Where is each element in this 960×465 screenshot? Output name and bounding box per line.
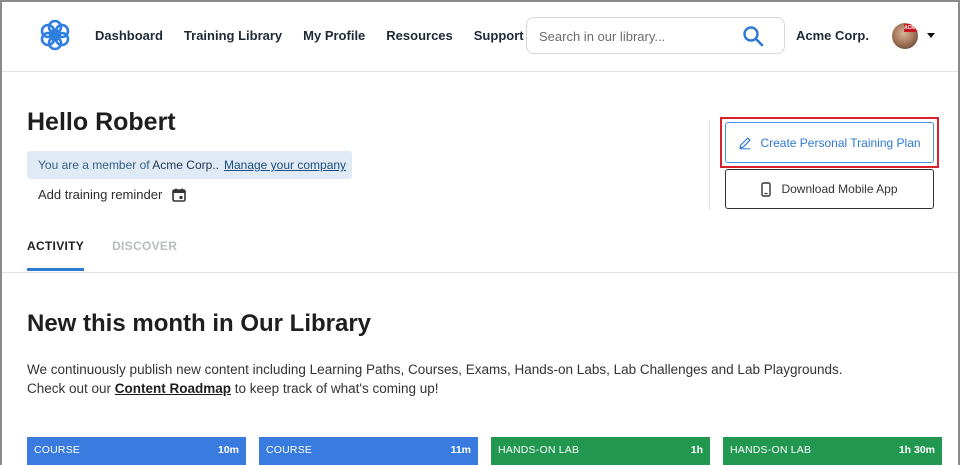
nav-resources[interactable]: Resources [386, 28, 452, 43]
section-description: We continuously publish new content incl… [27, 360, 877, 398]
content-cards: COURSE 10m COURSE 11m HANDS-ON LAB 1h HA… [27, 437, 942, 465]
desc-after: to keep track of what's coming up! [231, 381, 439, 396]
section-title: New this month in Our Library [27, 310, 372, 337]
content-card[interactable]: HANDS-ON LAB 1h 30m [723, 437, 942, 465]
avatar[interactable]: ACME [892, 23, 918, 49]
chevron-down-icon[interactable] [927, 33, 935, 38]
top-header: Dashboard Training Library My Profile Re… [2, 2, 958, 72]
actions-divider [709, 120, 710, 210]
member-prefix: You are a member of [38, 158, 153, 172]
card-type: COURSE [266, 444, 313, 456]
search-input[interactable] [539, 27, 729, 45]
main-nav: Dashboard Training Library My Profile Re… [95, 28, 524, 43]
create-plan-label: Create Personal Training Plan [760, 135, 921, 150]
search-box [526, 17, 785, 54]
nav-my-profile[interactable]: My Profile [303, 28, 365, 43]
company-name[interactable]: Acme Corp. [796, 28, 869, 43]
acme-badge-logo: ACME [904, 24, 918, 32]
content-card[interactable]: HANDS-ON LAB 1h [491, 437, 710, 465]
nav-support[interactable]: Support [474, 28, 524, 43]
nav-dashboard[interactable]: Dashboard [95, 28, 163, 43]
reminder-label: Add training reminder [38, 187, 163, 202]
content-card[interactable]: COURSE 11m [259, 437, 478, 465]
create-personal-training-plan-button[interactable]: Create Personal Training Plan [725, 122, 934, 163]
card-type: HANDS-ON LAB [498, 444, 580, 456]
download-app-label: Download Mobile App [781, 182, 898, 196]
card-duration: 10m [217, 444, 239, 456]
content-roadmap-link[interactable]: Content Roadmap [115, 381, 231, 396]
tab-discover[interactable]: DISCOVER [112, 239, 177, 271]
pencil-icon [739, 136, 752, 149]
nav-training-library[interactable]: Training Library [184, 28, 282, 43]
mobile-phone-icon [761, 181, 772, 197]
manage-company-link[interactable]: Manage your company [224, 158, 346, 172]
download-mobile-app-button[interactable]: Download Mobile App [725, 169, 934, 209]
dashboard-tabs: ACTIVITY DISCOVER [27, 239, 177, 271]
card-type: COURSE [34, 444, 81, 456]
page-title: Hello Robert [27, 108, 176, 136]
card-duration: 1h [690, 444, 703, 456]
logo-icon[interactable] [38, 18, 72, 52]
card-duration: 1h 30m [898, 444, 935, 456]
content-card[interactable]: COURSE 10m [27, 437, 246, 465]
add-training-reminder[interactable]: Add training reminder [38, 187, 187, 202]
search-icon[interactable] [742, 25, 764, 47]
card-duration: 11m [450, 444, 471, 456]
tab-activity[interactable]: ACTIVITY [27, 239, 85, 271]
member-banner: You are a member of Acme Corp.. Manage yo… [27, 151, 352, 179]
card-type: HANDS-ON LAB [730, 444, 812, 456]
calendar-icon[interactable] [172, 188, 187, 202]
member-company: Acme Corp.. [152, 158, 219, 172]
tabs-divider [2, 272, 958, 273]
